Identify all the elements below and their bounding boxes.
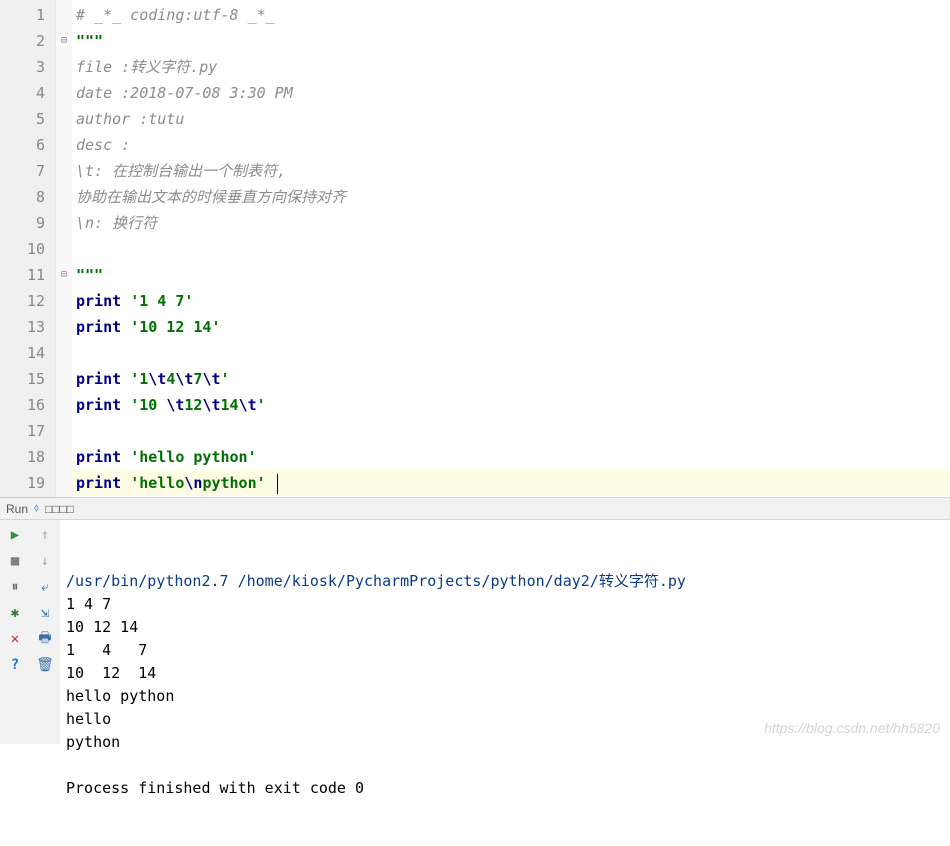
- line-number: 6: [0, 132, 55, 158]
- trash-icon[interactable]: 🗑: [36, 656, 54, 674]
- line-number: 9: [0, 210, 55, 236]
- pause-icon[interactable]: ⏸: [6, 578, 24, 596]
- watermark: https://blog.csdn.net/hh5820: [764, 717, 940, 740]
- debug-icon[interactable]: ✱: [6, 604, 24, 622]
- fold-marker: [56, 444, 72, 470]
- print-icon[interactable]: 🖶: [36, 630, 54, 648]
- line-number: 13: [0, 314, 55, 340]
- code-line[interactable]: 协助在输出文本的时候垂直方向保持对齐: [72, 184, 950, 210]
- close-icon[interactable]: ✕: [6, 630, 24, 648]
- fold-marker: [56, 236, 72, 262]
- line-number: 5: [0, 106, 55, 132]
- fold-marker: [56, 132, 72, 158]
- code-editor[interactable]: 12345678910111213141516171819 ⊟⊟ # _*_ c…: [0, 0, 950, 498]
- code-line[interactable]: print '1\t4\t7\t': [72, 366, 950, 392]
- fold-marker: [56, 470, 72, 496]
- console-output[interactable]: /usr/bin/python2.7 /home/kiosk/PycharmPr…: [60, 520, 950, 744]
- code-line[interactable]: # _*_ coding:utf-8 _*_: [72, 2, 950, 28]
- code-line[interactable]: print 'hello python': [72, 444, 950, 470]
- down-icon[interactable]: ↓: [36, 552, 54, 570]
- line-number: 7: [0, 158, 55, 184]
- line-number: 4: [0, 80, 55, 106]
- line-number: 2: [0, 28, 55, 54]
- code-line[interactable]: date :2018-07-08 3:30 PM: [72, 80, 950, 106]
- fold-marker: [56, 288, 72, 314]
- code-line[interactable]: print '10 \t12\t14\t': [72, 392, 950, 418]
- run-toolbar-right: ↑ ↓ ⤶ ⇲ 🖶 🗑: [30, 520, 60, 744]
- code-line[interactable]: """: [72, 28, 950, 54]
- run-config-name: □□□□: [45, 502, 74, 516]
- scroll-icon[interactable]: ⇲: [36, 604, 54, 622]
- line-number: 18: [0, 444, 55, 470]
- fold-marker[interactable]: ⊟: [56, 28, 72, 54]
- line-number: 14: [0, 340, 55, 366]
- console-line: hello python: [66, 685, 944, 708]
- run-panel: ▶ ■ ⏸ ✱ ✕ ? ↑ ↓ ⤶ ⇲ 🖶 🗑 /usr/bin/python2…: [0, 520, 950, 744]
- code-line[interactable]: \t: 在控制台输出一个制表符,: [72, 158, 950, 184]
- fold-marker: [56, 184, 72, 210]
- code-line[interactable]: print '1 4 7': [72, 288, 950, 314]
- code-line[interactable]: print 'hello\npython': [72, 470, 950, 496]
- code-line[interactable]: print '10 12 14': [72, 314, 950, 340]
- line-number: 19: [0, 470, 55, 496]
- line-number: 10: [0, 236, 55, 262]
- console-command: /usr/bin/python2.7 /home/kiosk/PycharmPr…: [66, 570, 944, 593]
- fold-marker: [56, 106, 72, 132]
- code-line[interactable]: [72, 418, 950, 444]
- console-line: 1 4 7: [66, 639, 944, 662]
- line-number: 11: [0, 262, 55, 288]
- python-icon: ⬨: [34, 502, 39, 515]
- fold-marker: [56, 80, 72, 106]
- code-area[interactable]: # _*_ coding:utf-8 _*_"""file :转义字符.pyda…: [72, 0, 950, 497]
- code-line[interactable]: author :tutu: [72, 106, 950, 132]
- run-icon[interactable]: ▶: [6, 526, 24, 544]
- soft-wrap-icon[interactable]: ⤶: [36, 578, 54, 596]
- up-icon[interactable]: ↑: [36, 526, 54, 544]
- console-line: 10 12 14: [66, 616, 944, 639]
- code-line[interactable]: [72, 340, 950, 366]
- line-number: 16: [0, 392, 55, 418]
- code-line[interactable]: file :转义字符.py: [72, 54, 950, 80]
- fold-marker: [56, 54, 72, 80]
- fold-marker: [56, 340, 72, 366]
- code-line[interactable]: [72, 236, 950, 262]
- run-toolbar-left: ▶ ■ ⏸ ✱ ✕ ?: [0, 520, 30, 744]
- fold-gutter[interactable]: ⊟⊟: [56, 0, 72, 497]
- code-line[interactable]: """: [72, 262, 950, 288]
- stop-icon[interactable]: ■: [6, 552, 24, 570]
- console-line: [66, 754, 944, 777]
- fold-marker: [56, 158, 72, 184]
- fold-marker: [56, 2, 72, 28]
- fold-marker: [56, 210, 72, 236]
- run-tool-header: Run ⬨ □□□□: [0, 498, 950, 520]
- fold-marker[interactable]: ⊟: [56, 262, 72, 288]
- caret: [277, 474, 278, 494]
- line-number: 3: [0, 54, 55, 80]
- code-line[interactable]: desc :: [72, 132, 950, 158]
- line-number-gutter: 12345678910111213141516171819: [0, 0, 56, 497]
- fold-marker: [56, 418, 72, 444]
- code-line[interactable]: \n: 换行符: [72, 210, 950, 236]
- line-number: 12: [0, 288, 55, 314]
- line-number: 1: [0, 2, 55, 28]
- console-line: 10 12 14: [66, 662, 944, 685]
- line-number: 8: [0, 184, 55, 210]
- fold-marker: [56, 314, 72, 340]
- fold-marker: [56, 366, 72, 392]
- line-number: 17: [0, 418, 55, 444]
- help-icon[interactable]: ?: [6, 656, 24, 674]
- run-label: Run: [6, 502, 28, 516]
- console-line: 1 4 7: [66, 593, 944, 616]
- fold-marker: [56, 392, 72, 418]
- console-line: Process finished with exit code 0: [66, 777, 944, 800]
- line-number: 15: [0, 366, 55, 392]
